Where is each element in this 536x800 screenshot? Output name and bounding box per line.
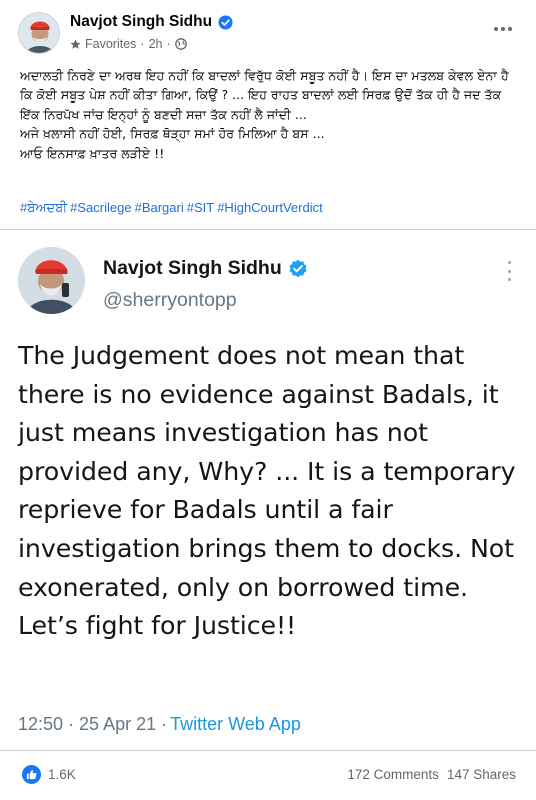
more-dot bbox=[507, 269, 511, 273]
avatar-image bbox=[19, 13, 59, 53]
meta-separator: · bbox=[140, 37, 145, 51]
like-count[interactable]: 1.6K bbox=[48, 767, 76, 782]
engagement-stats: 172 Comments 147 Shares bbox=[347, 767, 516, 782]
more-options-button[interactable] bbox=[492, 18, 514, 40]
tweet-name-row: Navjot Singh Sidhu bbox=[103, 257, 308, 280]
hashtag-link[interactable]: #SIT bbox=[187, 200, 214, 216]
tweet-timestamp[interactable]: 12:50 · 25 Apr 21 · bbox=[18, 714, 167, 735]
thumbs-up-icon bbox=[26, 769, 37, 780]
shares-count[interactable]: 147 Shares bbox=[447, 767, 516, 782]
tweet-author-name[interactable]: Navjot Singh Sidhu bbox=[103, 257, 282, 280]
more-options-icon bbox=[494, 27, 498, 31]
meta-separator: · bbox=[166, 37, 171, 51]
comments-count[interactable]: 172 Comments bbox=[347, 767, 439, 782]
more-dot bbox=[508, 27, 512, 31]
post-body-line: ਆਓ ਇਨਸਾਫ਼ ਖ਼ਾਤਰ ਲੜੀਏ !! bbox=[20, 145, 165, 161]
more-dot bbox=[501, 27, 505, 31]
hashtag-link[interactable]: #ਬੇਅਦਬੀ bbox=[20, 200, 67, 216]
post-body-line: ਅਜੇ ਖ਼ਲਾਸੀ ਨਹੀਂ ਹੋਈ, ਸਿਰਫ਼ ਥੋੜ੍ਹਾ ਸਮਾਂ ਹ… bbox=[20, 126, 325, 142]
like-reaction-icon[interactable] bbox=[22, 765, 41, 784]
post-time[interactable]: 2h bbox=[149, 37, 163, 51]
author-name[interactable]: Navjot Singh Sidhu bbox=[70, 13, 212, 31]
author-row: Navjot Singh Sidhu bbox=[70, 13, 233, 31]
embedded-tweet-card[interactable]: Navjot Singh Sidhu @sherryontopp The Jud… bbox=[0, 229, 536, 751]
globe-icon bbox=[174, 38, 187, 50]
author-avatar[interactable] bbox=[18, 12, 60, 54]
hashtag-link[interactable]: #HighCourtVerdict bbox=[217, 200, 323, 216]
tweet-avatar-image bbox=[18, 247, 85, 314]
tweet-more-options-button[interactable] bbox=[506, 261, 512, 281]
tweet-footer: 12:50 · 25 Apr 21 · Twitter Web App bbox=[18, 714, 301, 735]
post-header: Navjot Singh Sidhu Favorites · 2h · bbox=[0, 0, 536, 62]
post-body: ਅਦਾਲਤੀ ਨਿਰਣੇ ਦਾ ਅਰਥ ਇਹ ਨਹੀਂ ਕਿ ਬਾਦਲਾਂ ਵਿ… bbox=[20, 66, 518, 163]
hashtag-link[interactable]: #Bargari bbox=[135, 200, 184, 216]
verified-badge-icon bbox=[289, 259, 307, 277]
tweet-source-app[interactable]: Twitter Web App bbox=[170, 714, 301, 735]
audience-label: Favorites bbox=[85, 37, 137, 51]
verified-badge-icon bbox=[218, 14, 233, 30]
tweet-text: The Judgement does not mean that there i… bbox=[18, 341, 516, 641]
reactions-bar: 1.6K 172 Comments 147 Shares bbox=[0, 752, 536, 800]
more-dot bbox=[507, 278, 511, 281]
more-options-icon bbox=[507, 261, 511, 264]
star-icon bbox=[70, 39, 81, 49]
hashtag-link[interactable]: #Sacrilege bbox=[70, 200, 131, 216]
post-body-line: ਅਦਾਲਤੀ ਨਿਰਣੇ ਦਾ ਅਰਥ ਇਹ ਨਹੀਂ ਕਿ ਬਾਦਲਾਂ ਵਿ… bbox=[20, 68, 509, 122]
post-meta: Favorites · 2h · bbox=[70, 37, 187, 51]
hashtag-list: #ਬੇਅਦਬੀ #Sacrilege #Bargari #SIT #HighCo… bbox=[20, 200, 323, 216]
tweet-author-handle[interactable]: @sherryontopp bbox=[103, 289, 237, 312]
tweet-author-avatar[interactable] bbox=[18, 247, 85, 314]
